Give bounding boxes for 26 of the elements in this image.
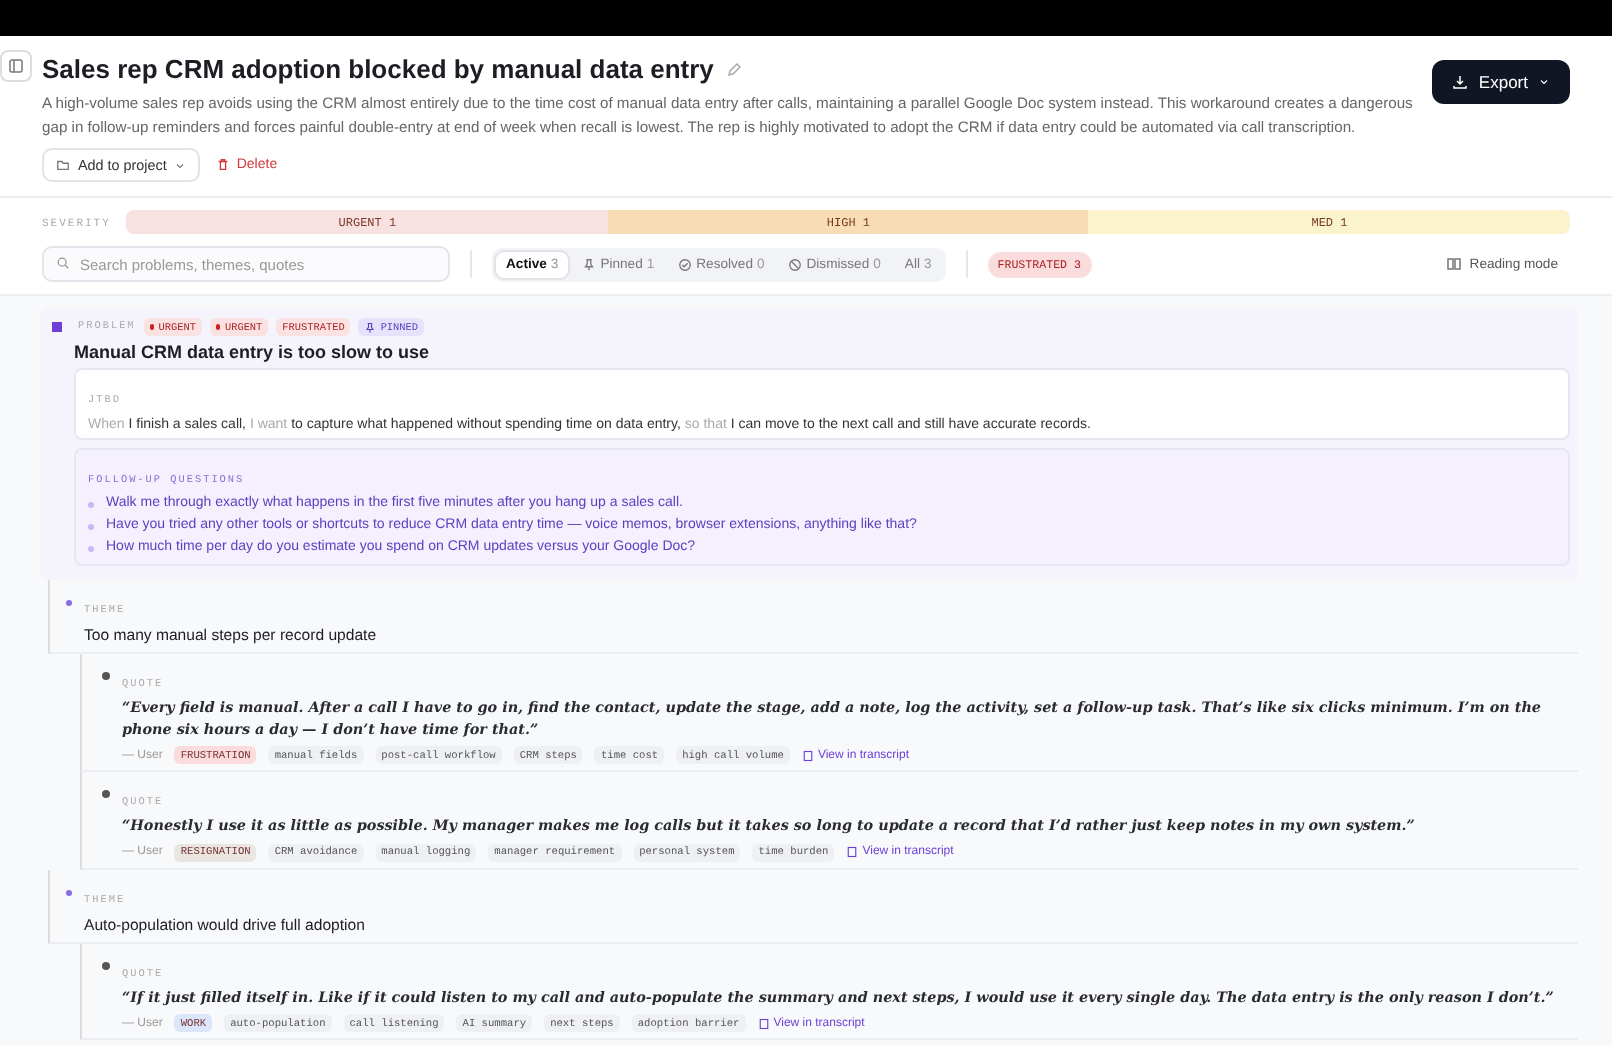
sidebar-toggle-button[interactable] xyxy=(0,50,32,82)
dot-icon xyxy=(66,889,72,895)
chevron-down-icon xyxy=(1538,76,1550,88)
export-button[interactable]: Export xyxy=(1432,60,1570,104)
page-title: Sales rep CRM adoption blocked by manual data entry xyxy=(42,54,714,84)
book-icon xyxy=(1445,256,1462,272)
pin-icon xyxy=(582,257,597,271)
check-circle-icon xyxy=(678,257,693,271)
dot-icon xyxy=(102,790,110,798)
dot-icon xyxy=(66,600,72,606)
dot-icon xyxy=(102,672,110,680)
search-icon xyxy=(56,256,70,270)
pin-icon xyxy=(364,321,377,333)
panel-icon xyxy=(8,58,24,74)
dot-icon xyxy=(102,961,110,969)
folder-icon xyxy=(56,158,70,172)
document-icon xyxy=(801,749,814,761)
ban-icon xyxy=(788,257,803,271)
document-icon xyxy=(757,1017,770,1029)
problem-title: Manual CRM data entry is too slow to use xyxy=(74,342,432,362)
trash-icon xyxy=(216,158,231,172)
chevron-down-icon xyxy=(174,159,187,171)
download-icon xyxy=(1452,74,1469,90)
document-icon xyxy=(846,846,859,858)
square-icon xyxy=(52,322,62,332)
pencil-icon xyxy=(725,61,742,77)
